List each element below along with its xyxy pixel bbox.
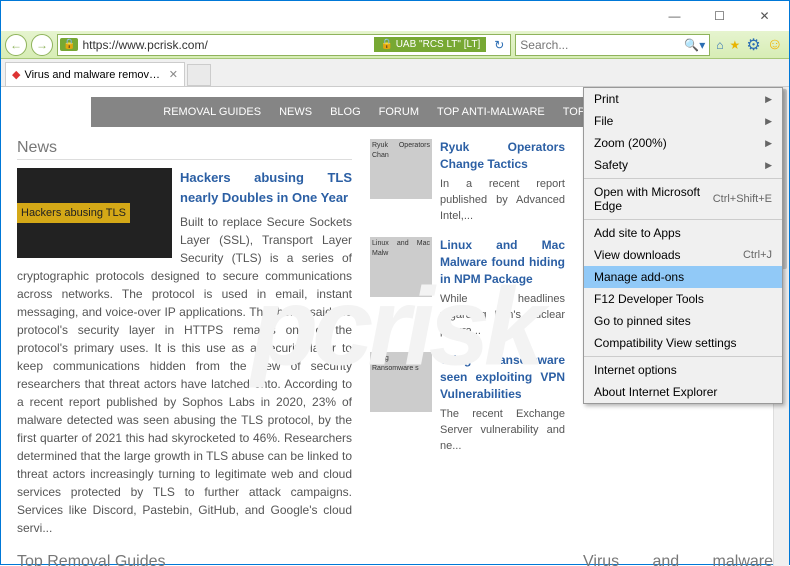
menu-compat-view[interactable]: Compatibility View settings — [584, 332, 782, 354]
refresh-button[interactable]: ↻ — [490, 38, 508, 52]
menu-view-downloads[interactable]: View downloadsCtrl+J — [584, 244, 782, 266]
nav-item[interactable]: BLOG — [330, 106, 361, 118]
menu-manage-addons[interactable]: Manage add-ons — [584, 266, 782, 288]
nav-item[interactable]: REMOVAL GUIDES — [163, 106, 261, 118]
side-article: Cring Ransomware s Cring Ransomware seen… — [370, 352, 565, 455]
tools-gear-icon[interactable]: ⚙ — [746, 35, 760, 55]
side-article: Ryuk Operators Chan Ryuk Operators Chang… — [370, 139, 565, 225]
menu-open-edge[interactable]: Open with Microsoft EdgeCtrl+Shift+E — [584, 181, 782, 217]
shortcut-text: Ctrl+Shift+E — [713, 193, 772, 205]
main-article-thumb[interactable]: Hackers abusing TLS — [17, 168, 172, 258]
favorites-icon[interactable]: ★ — [730, 38, 741, 52]
feedback-smile-icon[interactable]: ☺ — [767, 36, 783, 54]
side-article-title[interactable]: Ryuk Operators Change Tactics — [440, 139, 565, 174]
search-input[interactable] — [520, 38, 684, 52]
ssl-cert-text: UAB "RCS LT" [LT] — [396, 39, 481, 50]
menu-safety[interactable]: Safety▶ — [584, 154, 782, 176]
side-article-body: While headlines regarding Iran's nuclear… — [440, 292, 565, 340]
thumb-label: Hackers abusing TLS — [17, 203, 130, 224]
window-close[interactable]: ✕ — [742, 2, 787, 30]
tab-title: Virus and malware removal i... — [24, 69, 164, 81]
lock-icon: 🔒 — [60, 38, 78, 51]
window-titlebar: — ☐ ✕ — [1, 1, 789, 31]
side-article-thumb[interactable]: Cring Ransomware s — [370, 352, 432, 412]
chevron-right-icon: ▶ — [765, 94, 772, 105]
menu-zoom[interactable]: Zoom (200%)▶ — [584, 132, 782, 154]
nav-forward-button[interactable]: → — [31, 34, 53, 56]
address-bar-row: ← → 🔒 🔒 UAB "RCS LT" [LT] ↻ 🔍▾ ⌂ ★ ⚙ ☺ — [1, 31, 789, 59]
menu-about-ie[interactable]: About Internet Explorer — [584, 381, 782, 403]
menu-add-site[interactable]: Add site to Apps — [584, 222, 782, 244]
nav-item[interactable]: FORUM — [379, 106, 419, 118]
main-article-body: Built to replace Secure Sockets Layer (S… — [17, 215, 352, 535]
main-article: Hackers abusing TLS Hackers abusing TLS … — [17, 168, 352, 537]
side-article-thumb[interactable]: Ryuk Operators Chan — [370, 139, 432, 199]
section-title-vmr: Virus and malware removal — [583, 553, 773, 566]
page-viewport: pcrisk REMOVAL GUIDES NEWS BLOG FORUM TO… — [1, 87, 789, 566]
chevron-right-icon: ▶ — [765, 116, 772, 127]
side-article-title[interactable]: Linux and Mac Malware found hiding in NP… — [440, 237, 565, 289]
tools-menu: Print▶ File▶ Zoom (200%)▶ Safety▶ Open w… — [583, 87, 783, 404]
side-article-body: The recent Exchange Server vulnerability… — [440, 407, 565, 455]
chevron-right-icon: ▶ — [765, 138, 772, 149]
nav-item[interactable]: TOP ANTI-MALWARE — [437, 106, 545, 118]
side-article-title[interactable]: Cring Ransomware seen exploiting VPN Vul… — [440, 352, 565, 404]
ssl-cert-badge[interactable]: 🔒 UAB "RCS LT" [LT] — [374, 37, 486, 52]
menu-f12[interactable]: F12 Developer Tools — [584, 288, 782, 310]
tab-close-icon[interactable]: ✕ — [169, 68, 178, 81]
menu-print[interactable]: Print▶ — [584, 88, 782, 110]
tabs-bar: ◆ Virus and malware removal i... ✕ — [1, 59, 789, 87]
chevron-right-icon: ▶ — [765, 160, 772, 171]
url-field[interactable]: 🔒 🔒 UAB "RCS LT" [LT] ↻ — [57, 34, 511, 56]
section-title-guides: Top Removal Guides — [17, 553, 352, 566]
nav-item[interactable]: NEWS — [279, 106, 312, 118]
menu-file[interactable]: File▶ — [584, 110, 782, 132]
shortcut-text: Ctrl+J — [743, 249, 772, 261]
new-tab-button[interactable] — [187, 64, 211, 86]
window-minimize[interactable]: — — [652, 2, 697, 30]
section-title-news: News — [17, 139, 352, 160]
side-article-thumb[interactable]: Linux and Mac Malw — [370, 237, 432, 297]
column-middle: Ryuk Operators Chan Ryuk Operators Chang… — [370, 139, 565, 537]
home-icon[interactable]: ⌂ — [716, 38, 723, 52]
window-maximize[interactable]: ☐ — [697, 2, 742, 30]
column-left: News Hackers abusing TLS Hackers abusing… — [17, 139, 352, 537]
url-input[interactable] — [82, 38, 370, 52]
menu-pinned-sites[interactable]: Go to pinned sites — [584, 310, 782, 332]
nav-back-button[interactable]: ← — [5, 34, 27, 56]
bottom-row: Top Removal Guides Chrome "Managed By Yo… — [1, 549, 789, 566]
menu-internet-options[interactable]: Internet options — [584, 359, 782, 381]
side-article-body: In a recent report published by Advanced… — [440, 177, 565, 225]
search-field[interactable]: 🔍▾ — [515, 34, 710, 56]
side-article: Linux and Mac Malw Linux and Mac Malware… — [370, 237, 565, 340]
tab-favicon: ◆ — [12, 68, 20, 81]
search-icon[interactable]: 🔍▾ — [684, 38, 705, 52]
browser-tab[interactable]: ◆ Virus and malware removal i... ✕ — [5, 62, 185, 86]
